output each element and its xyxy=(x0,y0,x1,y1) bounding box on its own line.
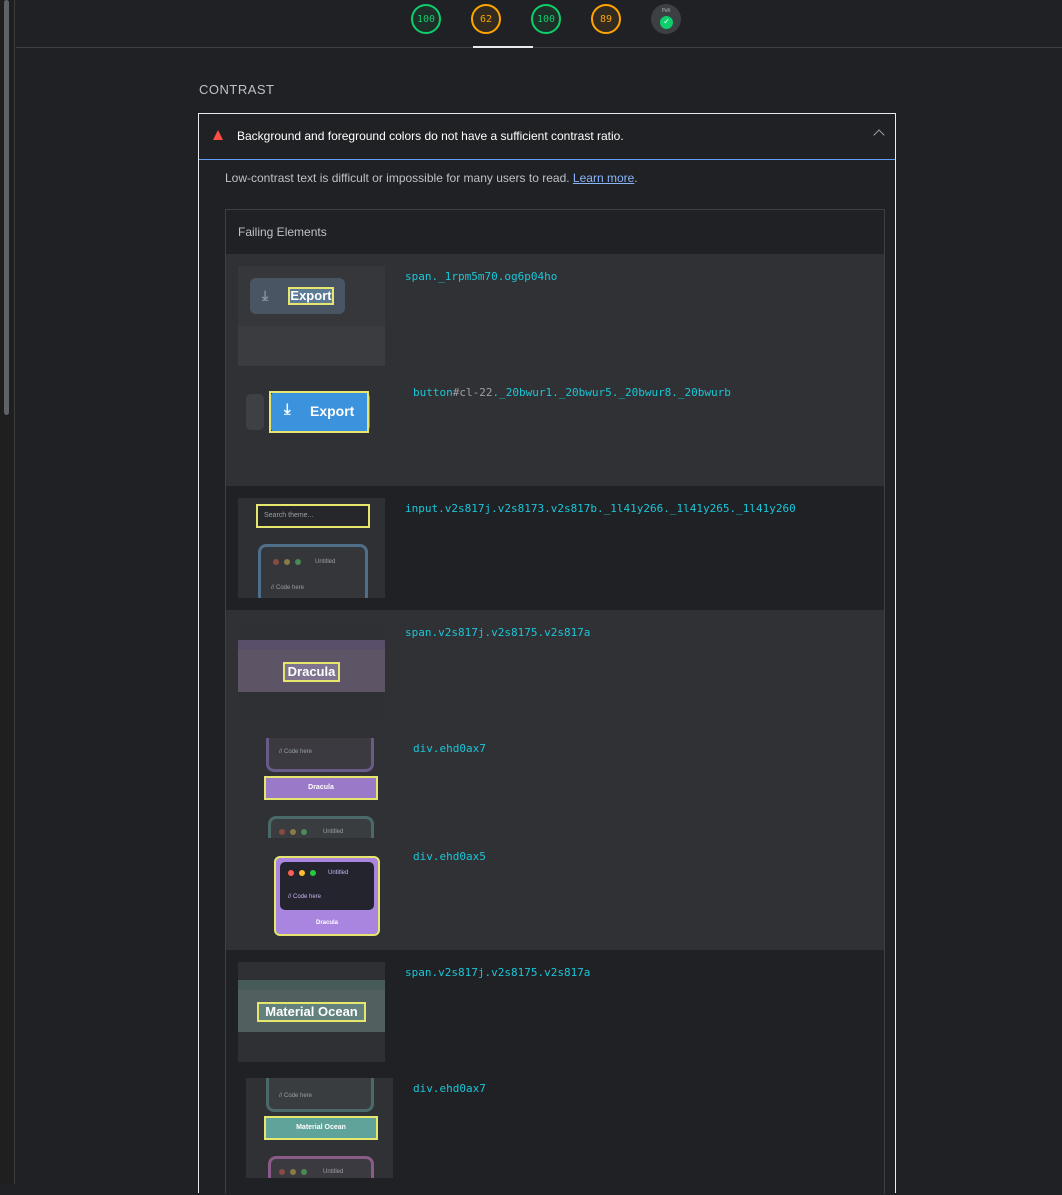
score-value: 62 xyxy=(479,13,493,25)
thumb-tab: Untitled xyxy=(328,870,349,876)
best-practices-score-gauge[interactable]: 100 xyxy=(531,4,561,34)
element-screenshot[interactable]: Dracula xyxy=(238,622,385,722)
node-selector[interactable]: span._1rpm5m70.og6p04ho xyxy=(405,270,557,283)
node-selector[interactable]: div.ehd0ax5 xyxy=(413,850,486,863)
thumb-label: Material Ocean xyxy=(264,1116,378,1140)
seo-score-gauge[interactable]: 89 xyxy=(591,4,621,34)
table-row-group: Dracula span.v2s817j.v2s8175.v2s817a // … xyxy=(226,610,884,950)
thumb-code: // Code here xyxy=(279,749,313,755)
pwa-label: PWA xyxy=(661,8,671,14)
element-screenshot[interactable]: Material Ocean xyxy=(238,962,385,1062)
score-value: 100 xyxy=(416,13,436,25)
performance-score-gauge[interactable]: 100 xyxy=(411,4,441,34)
element-screenshot[interactable]: ⤓ Export xyxy=(246,382,393,482)
search-placeholder: Search theme... xyxy=(264,512,314,519)
score-value: 100 xyxy=(536,13,556,25)
download-icon: ⤓ xyxy=(262,287,269,303)
description-text: Low-contrast text is difficult or imposs… xyxy=(225,171,573,185)
accessibility-score-gauge[interactable]: 62 xyxy=(471,4,501,34)
score-value: 89 xyxy=(599,13,613,25)
contrast-audit: Background and foreground colors do not … xyxy=(198,113,896,1194)
check-icon: ✓ xyxy=(660,16,673,29)
thumb-label: Material Ocean xyxy=(257,1002,366,1022)
node-selector[interactable]: input.v2s817j.v2s8173.v2s817b._1l41y266.… xyxy=(405,502,796,515)
node-selector[interactable]: span.v2s817j.v2s8175.v2s817a xyxy=(405,966,590,979)
audit-header[interactable]: Background and foreground colors do not … xyxy=(199,114,895,160)
thumb-tab: Untitled xyxy=(315,559,336,565)
thumb-label: Dracula xyxy=(264,776,378,800)
node-selector[interactable]: div.ehd0ax7 xyxy=(413,1082,486,1095)
element-screenshot[interactable]: Search theme... Untitled // Code here xyxy=(238,498,385,598)
element-screenshot[interactable]: // Code here Dracula Untitled xyxy=(246,738,393,838)
thumb-code: // Code here xyxy=(288,894,322,900)
node-selector[interactable]: span.v2s817j.v2s8175.v2s817a xyxy=(405,626,590,639)
learn-more-link[interactable]: Learn more xyxy=(573,171,634,185)
audit-title: Background and foreground colors do not … xyxy=(237,129,624,143)
selector-classes: ._20bwur1._20bwur5._20bwur8._20bwurb xyxy=(492,386,731,399)
element-screenshot[interactable]: // Code here Material Ocean Untitled xyxy=(246,1078,393,1178)
score-topbar: 100 62 100 89 PWA ✓ xyxy=(16,0,1062,48)
section-title: CONTRAST xyxy=(199,82,275,97)
table-row-group: ⤓ Export span._1rpm5m70.og6p04ho ⤓ Expor… xyxy=(226,254,884,486)
failing-elements-table: Failing Elements ⤓ Export span._1rpm5m70… xyxy=(225,209,885,1194)
table-row: Search theme... Untitled // Code here in… xyxy=(226,486,884,610)
chevron-up-icon[interactable] xyxy=(873,129,885,141)
thumb-label: Dracula xyxy=(283,662,340,682)
thumb-label: Export xyxy=(288,287,334,305)
thumb-tab: Untitled xyxy=(323,1169,344,1175)
pwa-badge[interactable]: PWA ✓ xyxy=(651,4,681,34)
thumb-code: // Code here xyxy=(279,1093,313,1099)
selector-id: #cl-22 xyxy=(452,386,493,399)
audit-description: Low-contrast text is difficult or imposs… xyxy=(225,171,638,185)
node-selector[interactable]: div.ehd0ax7 xyxy=(413,742,486,755)
description-period: . xyxy=(634,171,638,185)
active-tab-indicator xyxy=(473,46,533,48)
element-screenshot[interactable]: Untitled // Code here Dracula xyxy=(246,846,393,946)
fail-triangle-icon xyxy=(213,130,223,140)
node-selector[interactable]: button#cl-22._20bwur1._20bwur5._20bwur8.… xyxy=(413,386,731,399)
thumb-code: // Code here xyxy=(271,585,305,591)
thumb-label: Dracula xyxy=(315,920,338,926)
table-row-group: Material Ocean span.v2s817j.v2s8175.v2s8… xyxy=(226,950,884,1195)
left-scroll-rail[interactable] xyxy=(0,0,15,1184)
thumb-tab: Untitled xyxy=(323,829,344,835)
table-header: Failing Elements xyxy=(238,225,327,239)
scrollbar-thumb[interactable] xyxy=(4,0,9,415)
element-screenshot[interactable]: ⤓ Export xyxy=(238,266,385,366)
selector-tag: button xyxy=(413,386,453,399)
